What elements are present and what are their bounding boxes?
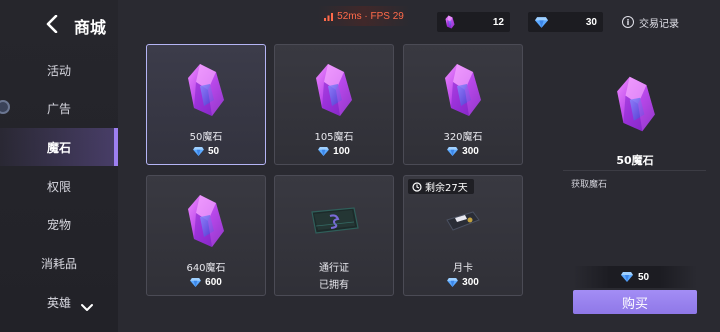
trade-record-label: 交易记录 (639, 18, 679, 30)
diamond-icon (447, 278, 458, 287)
sidebar: 商城 活动 广告 魔石 权限 宠物 消耗品 英雄 (0, 0, 118, 332)
product-price-value: 300 (462, 276, 479, 288)
product-name: 月卡 (453, 263, 473, 274)
sidebar-item-ads[interactable]: 广告 (0, 89, 118, 127)
selected-item-name: 50魔石 (616, 154, 654, 167)
product-name: 320魔石 (443, 132, 483, 143)
selected-item-description: 获取魔石 (571, 180, 608, 190)
buy-price-value: 50 (637, 271, 650, 283)
diamond-count: 30 (585, 16, 597, 28)
divider (563, 170, 706, 171)
product-price: 300 (404, 276, 522, 288)
product-card-battle-pass[interactable]: 通行证 已拥有 (274, 175, 394, 296)
buy-price: 50 (573, 266, 697, 288)
chevron-down-icon[interactable] (80, 303, 94, 313)
diamond-icon (621, 272, 633, 282)
pass-card-icon (275, 186, 393, 256)
owned-status: 已拥有 (319, 280, 349, 291)
selected-item-magic-stone-icon (600, 64, 672, 144)
product-card-320-magic-stone[interactable]: 320魔石 300 (403, 44, 523, 165)
sidebar-item-pets[interactable]: 宠物 (0, 205, 118, 243)
magic-stone-count: 12 (492, 16, 504, 28)
product-card-monthly-card[interactable]: 剩余27天 月卡 300 (403, 175, 523, 296)
signal-bars-icon (324, 12, 334, 21)
product-name: 105魔石 (314, 132, 354, 143)
sidebar-item-consumables[interactable]: 消耗品 (0, 244, 118, 282)
info-icon: i (622, 16, 634, 28)
product-card-50-magic-stone[interactable]: 50魔石 50 (146, 44, 266, 165)
product-card-105-magic-stone[interactable]: 105魔石 100 (274, 44, 394, 165)
fps-text: 52ms · FPS 29 (337, 10, 404, 22)
fps-indicator: 52ms · FPS 29 (318, 6, 410, 26)
product-name: 50魔石 (189, 132, 223, 143)
diamond-icon (193, 147, 204, 156)
diamond-icon (534, 15, 548, 29)
buy-button[interactable]: 购买 (573, 290, 697, 314)
magic-stone-icon (404, 55, 522, 125)
product-price: 600 (147, 276, 265, 288)
magic-stone-icon (275, 55, 393, 125)
product-price: 100 (275, 145, 393, 157)
product-card-640-magic-stone[interactable]: 640魔石 600 (146, 175, 266, 296)
diamond-icon (447, 147, 458, 156)
monthly-card-icon (404, 186, 522, 256)
sidebar-item-activity[interactable]: 活动 (0, 51, 118, 89)
product-price: 50 (147, 145, 265, 157)
product-price-value: 600 (205, 276, 222, 288)
diamond-icon (318, 147, 329, 156)
product-name: 通行证 (319, 263, 349, 274)
trade-record-link[interactable]: i 交易记录 (622, 13, 679, 31)
sidebar-item-privileges[interactable]: 权限 (0, 167, 118, 205)
product-price-value: 300 (462, 145, 479, 157)
magic-stone-icon (443, 15, 457, 29)
diamond-balance: 30 (528, 12, 603, 32)
product-price-value: 100 (333, 145, 350, 157)
product-price-value: 50 (207, 145, 220, 157)
product-name: 640魔石 (186, 263, 226, 274)
product-price: 300 (404, 145, 522, 157)
magic-stone-icon (147, 186, 265, 256)
diamond-icon (190, 278, 201, 287)
sidebar-item-heroes[interactable]: 英雄 (0, 283, 118, 321)
back-button[interactable] (44, 14, 60, 34)
sidebar-item-magic-stone[interactable]: 魔石 (0, 128, 118, 166)
chevron-left-icon (46, 15, 58, 33)
magic-stone-icon (147, 55, 265, 125)
magic-stone-balance: 12 (437, 12, 510, 32)
page-title: 商城 (74, 18, 107, 37)
